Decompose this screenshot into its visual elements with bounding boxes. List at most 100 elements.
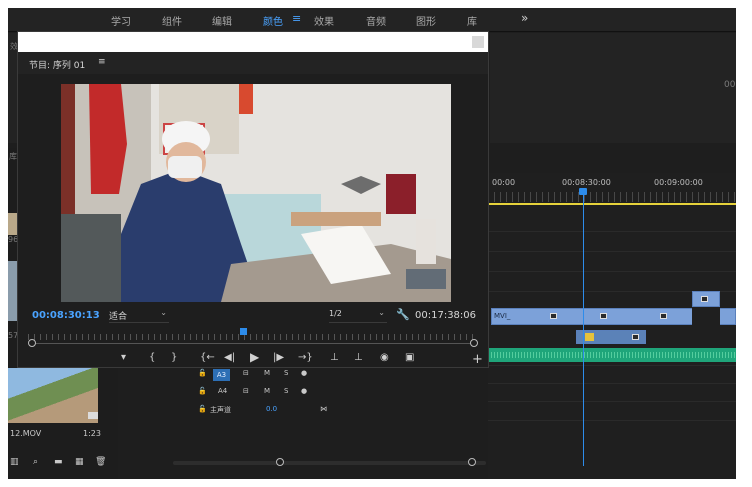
panel-menu-icon[interactable]: ≡ bbox=[98, 57, 106, 67]
mute-button[interactable]: M bbox=[264, 387, 270, 395]
tab-editing[interactable]: 编辑 bbox=[212, 13, 232, 28]
zoom-handle-left[interactable] bbox=[28, 339, 36, 347]
lift-button[interactable]: ⊥ bbox=[330, 352, 339, 363]
clip-badge-icon bbox=[88, 412, 98, 419]
work-area-bar[interactable] bbox=[488, 203, 736, 205]
source-panel bbox=[490, 33, 736, 143]
scroll-handle-left[interactable] bbox=[276, 458, 284, 466]
solo-button[interactable]: S bbox=[284, 369, 288, 377]
chevron-down-icon: ⌄ bbox=[378, 308, 385, 317]
playhead-line bbox=[583, 194, 584, 466]
go-to-in-button[interactable]: {← bbox=[200, 352, 215, 363]
track-divider bbox=[488, 365, 736, 366]
go-to-out-button[interactable]: →} bbox=[298, 352, 313, 363]
clip-fx-icon bbox=[660, 313, 667, 319]
track-divider bbox=[488, 420, 736, 421]
clip-fx-icon bbox=[550, 313, 557, 319]
tab-effects[interactable]: 效果 bbox=[314, 13, 334, 28]
track-divider bbox=[488, 251, 736, 252]
new-item-icon[interactable]: ▦ bbox=[75, 457, 84, 467]
mark-out-button[interactable]: } bbox=[171, 352, 177, 363]
search-icon[interactable]: ⌕ bbox=[33, 457, 38, 467]
video-frame-image bbox=[61, 84, 451, 302]
more-workspaces-icon[interactable]: » bbox=[521, 11, 528, 25]
sync-icon[interactable]: ⊟ bbox=[243, 369, 249, 377]
master-track-name: 主声道 bbox=[210, 406, 231, 414]
track-divider bbox=[488, 383, 736, 384]
track-name-a3[interactable]: A3 bbox=[213, 369, 230, 381]
tab-graphics[interactable]: 图形 bbox=[416, 13, 436, 28]
chevron-down-icon: ⌄ bbox=[160, 308, 167, 317]
monitor-zoom-bar[interactable] bbox=[32, 343, 476, 344]
clip-gap bbox=[692, 308, 720, 325]
tab-learn[interactable]: 学习 bbox=[111, 13, 131, 28]
mic-icon[interactable]: ● bbox=[301, 369, 307, 377]
mic-icon[interactable]: ● bbox=[301, 387, 307, 395]
add-marker-button[interactable]: ▾ bbox=[121, 352, 126, 363]
source-panel-label: 00 bbox=[724, 80, 736, 90]
new-bin-icon[interactable]: ▬ bbox=[54, 457, 63, 467]
sync-icon[interactable]: ⊟ bbox=[243, 387, 249, 395]
timeline-tc-current: 00:08:30:00 bbox=[562, 178, 611, 187]
video-clip-upper[interactable] bbox=[692, 291, 720, 307]
tab-libraries[interactable]: 库 bbox=[467, 13, 477, 28]
end-icon[interactable]: ⋈ bbox=[320, 405, 327, 413]
audio-waveform bbox=[488, 352, 736, 358]
track-divider bbox=[488, 271, 736, 272]
program-monitor: 节目: 序列 01 ≡ 00:08:30:13 适合 ⌄ 1/2 ⌄ 🔧 00:… bbox=[17, 31, 489, 368]
step-forward-button[interactable]: |▶ bbox=[273, 352, 284, 363]
settings-wrench-icon[interactable]: 🔧 bbox=[396, 308, 410, 321]
bin-clip-thumbnail[interactable] bbox=[8, 368, 98, 423]
list-view-icon[interactable]: ▥ bbox=[10, 457, 19, 467]
workspace-bar: 学习 组件 编辑 颜色 ≡ 效果 音频 图形 库 » bbox=[8, 8, 736, 32]
timeline-tc-start: 00:00 bbox=[492, 178, 516, 187]
video-frame[interactable] bbox=[61, 84, 451, 302]
scroll-handle-right[interactable] bbox=[468, 458, 476, 466]
program-window-titlebar[interactable] bbox=[18, 32, 488, 52]
video-clip-label: MVI_ bbox=[494, 312, 511, 320]
button-editor-add-icon[interactable]: + bbox=[472, 352, 483, 367]
lock-icon[interactable]: 🔓 bbox=[198, 387, 207, 395]
export-frame-icon[interactable]: ◉ bbox=[380, 352, 389, 363]
resolution-select[interactable]: 1/2 ⌄ bbox=[329, 308, 387, 323]
premiere-window: 学习 组件 编辑 颜色 ≡ 效果 音频 图形 库 » 效 00 库 96. 57… bbox=[8, 8, 736, 479]
monitor-time-ruler[interactable] bbox=[28, 334, 478, 340]
track-divider bbox=[488, 231, 736, 232]
zoom-handle-right[interactable] bbox=[470, 339, 478, 347]
timeline-panel[interactable]: 00:00 00:08:30:00 00:09:00:00 bbox=[488, 173, 736, 479]
master-volume-value[interactable]: 0.0 bbox=[266, 405, 277, 413]
duration-timecode: 00:17:38:06 bbox=[415, 310, 477, 321]
lock-icon[interactable]: 🔓 bbox=[198, 405, 207, 413]
timeline-scrollbar[interactable] bbox=[173, 461, 486, 465]
window-button[interactable] bbox=[472, 36, 484, 48]
extract-button[interactable]: ⊥ bbox=[354, 352, 363, 363]
track-name-a4[interactable]: A4 bbox=[218, 387, 227, 395]
track-header-a4: 🔓 A4 ⊟ M S ● bbox=[170, 384, 340, 400]
library-label: 库 bbox=[9, 152, 17, 161]
delete-icon[interactable]: 🗑 bbox=[95, 457, 106, 467]
zoom-select[interactable]: 适合 ⌄ bbox=[109, 308, 169, 323]
lock-icon[interactable]: 🔓 bbox=[198, 369, 207, 377]
tab-assembly[interactable]: 组件 bbox=[162, 13, 182, 28]
workspace-menu-icon[interactable]: ≡ bbox=[292, 12, 301, 25]
clip-fx-icon bbox=[600, 313, 607, 319]
audio-clip-linked[interactable] bbox=[576, 330, 646, 344]
clip-fx-icon bbox=[701, 296, 708, 302]
solo-button[interactable]: S bbox=[284, 387, 288, 395]
monitor-playhead[interactable] bbox=[240, 328, 247, 335]
play-button[interactable]: ▶ bbox=[250, 350, 259, 364]
mute-button[interactable]: M bbox=[264, 369, 270, 377]
current-timecode[interactable]: 00:08:30:13 bbox=[32, 310, 100, 321]
tab-audio[interactable]: 音频 bbox=[366, 13, 386, 28]
time-ruler[interactable] bbox=[488, 192, 736, 202]
timeline-tc-next: 00:09:00:00 bbox=[654, 178, 703, 187]
mark-in-button[interactable]: { bbox=[149, 352, 155, 363]
program-title: 节目: 序列 01 bbox=[29, 61, 86, 71]
comparison-view-icon[interactable]: ▣ bbox=[405, 352, 414, 363]
bin-clip-duration: 1:23 bbox=[83, 429, 101, 438]
program-header: 节目: 序列 01 ≡ bbox=[18, 52, 488, 74]
bin-clip-name: 12.MOV bbox=[10, 429, 42, 438]
clip-fx-icon bbox=[632, 334, 639, 340]
step-back-button[interactable]: ◀| bbox=[224, 352, 235, 363]
tab-color[interactable]: 颜色 bbox=[263, 13, 283, 28]
